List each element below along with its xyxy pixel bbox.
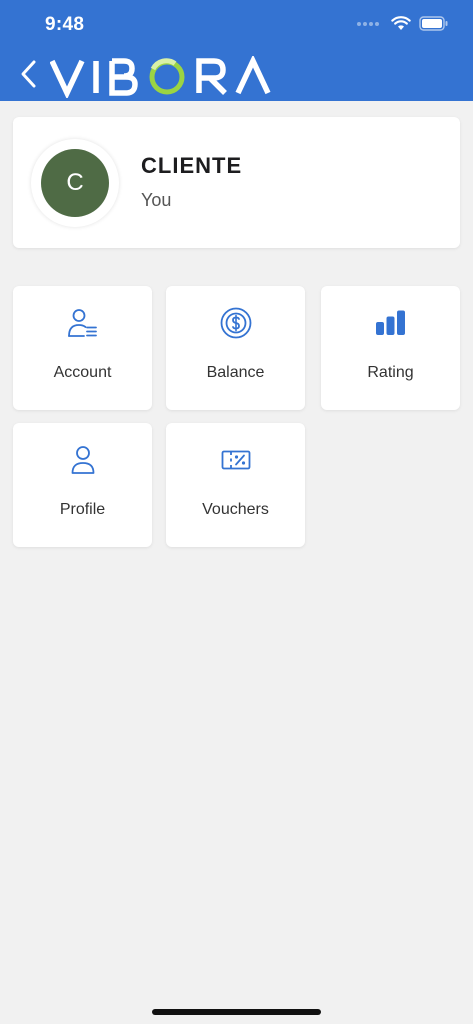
menu-tile-balance[interactable]: Balance <box>166 286 305 410</box>
wifi-icon <box>391 16 411 30</box>
profile-icon <box>66 443 100 477</box>
user-card[interactable]: C CLIENTE You <box>13 117 460 248</box>
vibora-logo <box>50 56 271 98</box>
menu-tile-rating[interactable]: Rating <box>321 286 460 410</box>
chevron-left-icon <box>21 60 36 88</box>
voucher-icon <box>219 443 253 477</box>
menu-tile-label: Profile <box>59 501 106 518</box>
menu-tile-profile[interactable]: Profile <box>13 423 152 547</box>
avatar: C <box>41 149 109 217</box>
avatar-ring: C <box>31 139 119 227</box>
status-icons <box>357 16 449 31</box>
account-icon <box>66 306 100 340</box>
user-name: CLIENTE <box>141 153 243 178</box>
balance-icon <box>219 306 253 340</box>
menu-tile-vouchers[interactable]: Vouchers <box>166 423 305 547</box>
back-button[interactable] <box>18 58 40 90</box>
battery-icon <box>419 16 448 31</box>
home-indicator[interactable] <box>152 1009 321 1015</box>
menu-tile-label: Account <box>53 364 112 381</box>
user-subtitle: You <box>141 190 172 210</box>
status-time: 9:48 <box>45 14 85 35</box>
menu-tile-label: Vouchers <box>202 501 269 518</box>
menu-tile-label: Balance <box>206 364 265 381</box>
menu-tile-label: Rating <box>367 364 414 381</box>
cellular-signal-icon <box>357 21 379 26</box>
rating-icon <box>374 306 408 340</box>
app-header: 9:48 <box>0 0 473 101</box>
menu-tile-account[interactable]: Account <box>13 286 152 410</box>
